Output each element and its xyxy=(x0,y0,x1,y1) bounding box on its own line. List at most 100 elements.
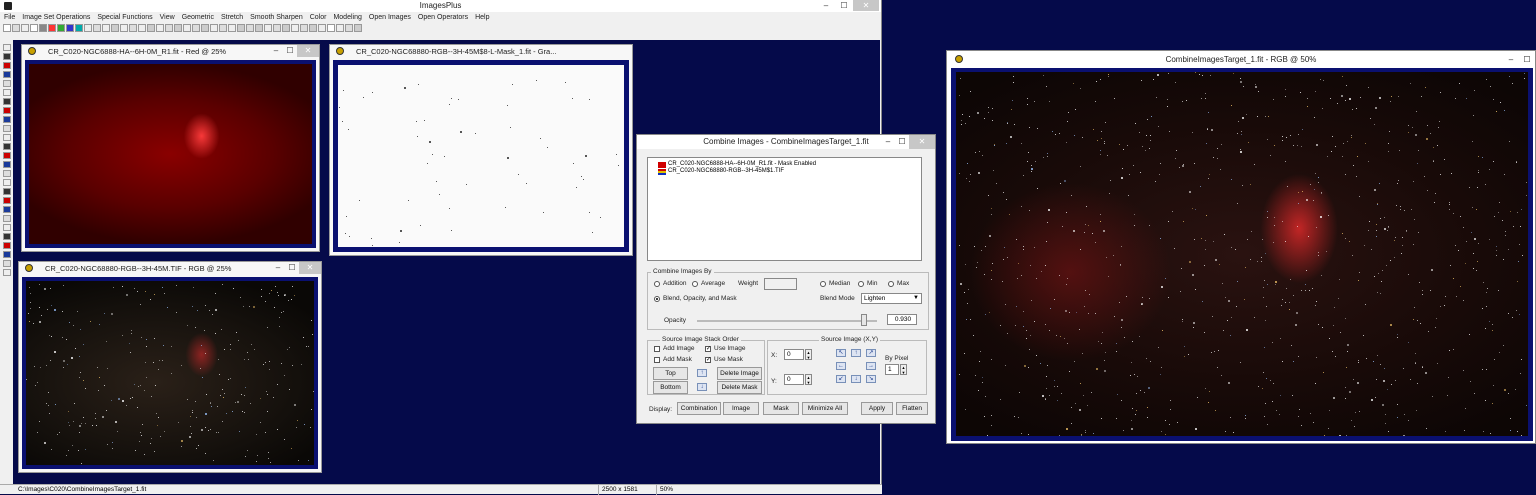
maximize-button[interactable]: ☐ xyxy=(1519,51,1535,68)
toolbar-button[interactable] xyxy=(39,24,47,32)
menu-smooth-sharpen[interactable]: Smooth Sharpen xyxy=(250,12,303,23)
source-image-list[interactable]: CR_C020-NGC6888-HA--6H-0M_R1.fit - Mask … xyxy=(647,157,922,261)
median-radio[interactable] xyxy=(820,281,826,287)
maximize-button[interactable]: ☐ xyxy=(283,45,297,57)
toolbar-button[interactable] xyxy=(183,24,191,32)
tool-button[interactable] xyxy=(3,44,11,51)
toolbar-button[interactable] xyxy=(264,24,272,32)
toolbar-button[interactable] xyxy=(129,24,137,32)
tool-button[interactable] xyxy=(3,170,11,177)
tool-button[interactable] xyxy=(3,269,11,276)
arrow-down-left-icon[interactable]: ↙ xyxy=(836,375,846,383)
toolbar-button[interactable] xyxy=(48,24,56,32)
close-button[interactable]: ✕ xyxy=(909,135,935,149)
maximize-button[interactable]: ☐ xyxy=(835,0,853,11)
tool-button[interactable] xyxy=(3,242,11,249)
y-spinner[interactable]: ▲▼ xyxy=(805,374,812,385)
mask-image-window[interactable]: CR_C020-NGC68880-RGB--3H-45M$8-L-Mask_1.… xyxy=(329,44,633,256)
tool-button[interactable] xyxy=(3,71,11,78)
menu-file[interactable]: File xyxy=(4,12,15,23)
menu-special-functions[interactable]: Special Functions xyxy=(97,12,152,23)
tool-button[interactable] xyxy=(3,125,11,132)
menu-modeling[interactable]: Modeling xyxy=(333,12,361,23)
arrow-up-right-icon[interactable]: ↗ xyxy=(866,349,876,357)
arrow-down-icon[interactable]: ↓ xyxy=(851,375,861,383)
rgb-image-window[interactable]: CR_C020-NGC68880-RGB--3H-45M.TIF - RGB @… xyxy=(18,261,322,473)
tool-button[interactable] xyxy=(3,80,11,87)
move-up-icon[interactable]: ↑ xyxy=(697,369,707,377)
close-button[interactable]: ✕ xyxy=(299,262,321,274)
menu-help[interactable]: Help xyxy=(475,12,489,23)
menu-color[interactable]: Color xyxy=(310,12,327,23)
blend-radio[interactable] xyxy=(654,296,660,302)
minimize-button[interactable]: – xyxy=(271,262,285,274)
arrow-left-icon[interactable]: ← xyxy=(836,362,846,370)
close-button[interactable]: ✕ xyxy=(297,45,319,57)
opacity-slider-thumb[interactable] xyxy=(861,314,867,326)
toolbar-button[interactable] xyxy=(57,24,65,32)
maximize-button[interactable]: ☐ xyxy=(895,135,909,149)
tool-button[interactable] xyxy=(3,215,11,222)
toolbar-button[interactable] xyxy=(309,24,317,32)
target-image-window[interactable]: CombineImagesTarget_1.fit - RGB @ 50% – … xyxy=(946,50,1536,444)
apply-button[interactable]: Apply xyxy=(861,402,893,415)
tool-button[interactable] xyxy=(3,260,11,267)
bottom-button[interactable]: Bottom xyxy=(653,381,688,394)
maximize-button[interactable]: ☐ xyxy=(285,262,299,274)
toolbar-button[interactable] xyxy=(210,24,218,32)
tool-button[interactable] xyxy=(3,53,11,60)
weight-field[interactable] xyxy=(764,278,797,290)
use-image-checkbox[interactable]: ✓ xyxy=(705,346,711,352)
addition-radio[interactable] xyxy=(654,281,660,287)
toolbar-button[interactable] xyxy=(318,24,326,32)
toolbar-button[interactable] xyxy=(156,24,164,32)
y-input[interactable]: 0 xyxy=(784,374,804,385)
menu-open-images[interactable]: Open Images xyxy=(369,12,411,23)
mask-image[interactable] xyxy=(338,65,624,247)
toolbar-button[interactable] xyxy=(327,24,335,32)
add-image-checkbox[interactable] xyxy=(654,346,660,352)
arrow-down-right-icon[interactable]: ↘ xyxy=(866,375,876,383)
minimize-button[interactable]: – xyxy=(269,45,283,57)
opacity-value-field[interactable]: 0.930 xyxy=(887,314,917,325)
toolbar-button[interactable] xyxy=(84,24,92,32)
toolbar-button[interactable] xyxy=(66,24,74,32)
toolbar-button[interactable] xyxy=(354,24,362,32)
x-spinner[interactable]: ▲▼ xyxy=(805,349,812,360)
delete-mask-button[interactable]: Delete Mask xyxy=(717,381,762,394)
opacity-slider-track[interactable] xyxy=(697,320,877,322)
list-item[interactable]: CR_C020-NGC6888-HA--6H-0M_R1.fit - Mask … xyxy=(648,161,921,168)
toolbar-button[interactable] xyxy=(12,24,20,32)
minimize-all-button[interactable]: Minimize All xyxy=(802,402,848,415)
tool-button[interactable] xyxy=(3,251,11,258)
toolbar-button[interactable] xyxy=(30,24,38,32)
toolbar-button[interactable] xyxy=(3,24,11,32)
toolbar-button[interactable] xyxy=(21,24,29,32)
tool-button[interactable] xyxy=(3,206,11,213)
tool-button[interactable] xyxy=(3,89,11,96)
minimize-button[interactable]: – xyxy=(881,135,895,149)
rgb-image[interactable] xyxy=(26,281,314,465)
toolbar-button[interactable] xyxy=(345,24,353,32)
minimize-button[interactable]: – xyxy=(817,0,835,11)
blend-mode-select[interactable]: Lighten ▼ xyxy=(861,293,922,304)
minimize-button[interactable]: – xyxy=(1503,51,1519,68)
mask-button[interactable]: Mask xyxy=(763,402,799,415)
use-mask-checkbox[interactable]: ✓ xyxy=(705,357,711,363)
tool-button[interactable] xyxy=(3,134,11,141)
toolbar-button[interactable] xyxy=(138,24,146,32)
tool-button[interactable] xyxy=(3,224,11,231)
tool-button[interactable] xyxy=(3,188,11,195)
toolbar-button[interactable] xyxy=(111,24,119,32)
ha-image-window[interactable]: CR_C020-NGC6888-HA--6H-0M_R1.fit - Red @… xyxy=(21,44,320,252)
arrow-up-icon[interactable]: ↑ xyxy=(851,349,861,357)
toolbar-button[interactable] xyxy=(237,24,245,32)
toolbar-button[interactable] xyxy=(147,24,155,32)
ha-image[interactable] xyxy=(29,64,312,244)
tool-button[interactable] xyxy=(3,143,11,150)
list-item[interactable]: CR_C020-NGC68880-RGB--3H-45M$1.TIF xyxy=(648,168,921,175)
toolbar-button[interactable] xyxy=(201,24,209,32)
tool-button[interactable] xyxy=(3,152,11,159)
x-input[interactable]: 0 xyxy=(784,349,804,360)
arrow-up-left-icon[interactable]: ↖ xyxy=(836,349,846,357)
